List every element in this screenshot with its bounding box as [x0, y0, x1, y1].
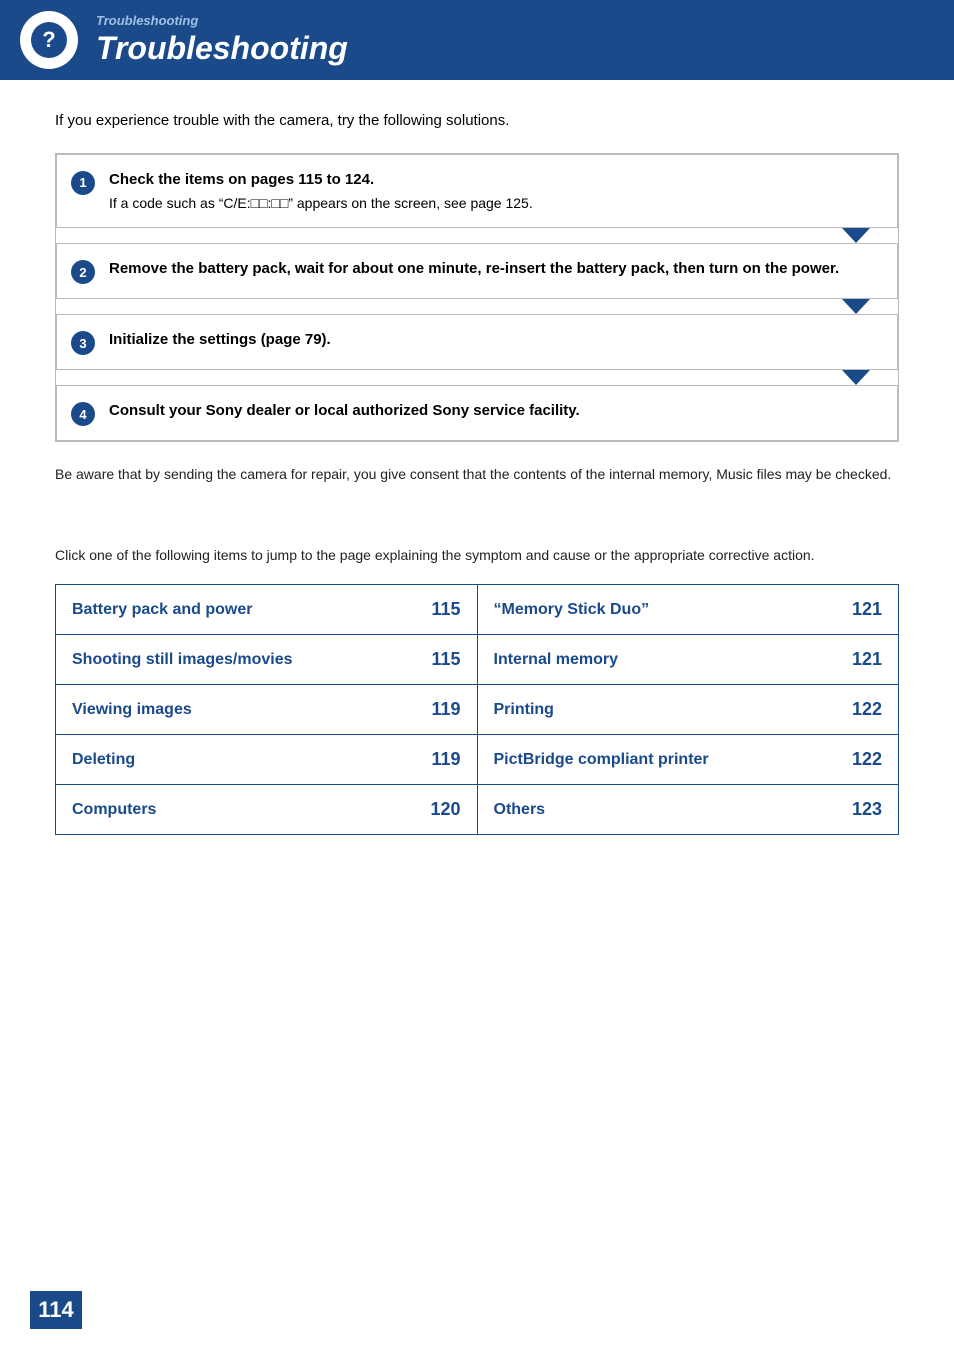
steps-block: 1 Check the items on pages 115 to 124. I…	[55, 153, 899, 443]
jump-right-label[interactable]: Printing	[494, 701, 554, 719]
jump-left-page: 120	[430, 799, 460, 820]
step-1-content: Check the items on pages 115 to 124. If …	[109, 169, 881, 214]
jump-left-cell[interactable]: Deleting 119	[56, 735, 478, 785]
jump-table-row[interactable]: Shooting still images/movies 115 Interna…	[56, 635, 899, 685]
jump-table-row[interactable]: Viewing images 119 Printing 122	[56, 685, 899, 735]
page-header: ? Troubleshooting Troubleshooting	[0, 0, 954, 80]
step-4: 4 Consult your Sony dealer or local auth…	[56, 385, 898, 441]
step-2-text: Remove the battery pack, wait for about …	[109, 258, 881, 279]
jump-right-label[interactable]: Others	[494, 801, 546, 819]
step-3-content: Initialize the settings (page 79).	[109, 329, 881, 350]
header-text: Troubleshooting Troubleshooting	[96, 13, 348, 67]
page-number: 114	[30, 1291, 82, 1329]
jump-right-cell[interactable]: “Memory Stick Duo” 121	[477, 585, 899, 635]
jump-intro: Click one of the following items to jump…	[55, 545, 899, 566]
jump-left-label[interactable]: Shooting still images/movies	[72, 651, 293, 669]
step-4-number: 4	[71, 402, 95, 426]
step-3-text: Initialize the settings (page 79).	[109, 329, 881, 350]
step-1: 1 Check the items on pages 115 to 124. I…	[56, 154, 898, 229]
step-1-number: 1	[71, 171, 95, 195]
jump-right-page: 122	[852, 699, 882, 720]
step-1-subtext: If a code such as “C/E:□□:□□” appears on…	[109, 194, 881, 214]
step-2-content: Remove the battery pack, wait for about …	[109, 258, 881, 279]
step-2: 2 Remove the battery pack, wait for abou…	[56, 243, 898, 299]
main-content: If you experience trouble with the camer…	[0, 80, 954, 875]
jump-table: Battery pack and power 115 “Memory Stick…	[55, 584, 899, 835]
step-3: 3 Initialize the settings (page 79).	[56, 314, 898, 370]
step-4-text: Consult your Sony dealer or local author…	[109, 400, 881, 421]
step-2-arrow	[56, 299, 898, 314]
jump-table-row[interactable]: Computers 120 Others 123	[56, 785, 899, 835]
jump-right-label[interactable]: Internal memory	[494, 651, 618, 669]
header-subtitle: Troubleshooting	[96, 13, 348, 28]
jump-right-cell[interactable]: Internal memory 121	[477, 635, 899, 685]
svg-text:?: ?	[42, 27, 55, 52]
jump-right-page: 123	[852, 799, 882, 820]
step-4-content: Consult your Sony dealer or local author…	[109, 400, 881, 421]
jump-left-label[interactable]: Viewing images	[72, 701, 192, 719]
step-3-number: 3	[71, 331, 95, 355]
jump-right-label[interactable]: PictBridge compliant printer	[494, 751, 709, 769]
jump-left-label[interactable]: Deleting	[72, 751, 135, 769]
jump-left-label[interactable]: Computers	[72, 801, 156, 819]
step-3-arrow	[56, 370, 898, 385]
jump-left-page: 115	[431, 649, 460, 670]
jump-right-label[interactable]: “Memory Stick Duo”	[494, 601, 650, 619]
jump-left-page: 115	[431, 599, 460, 620]
jump-table-row[interactable]: Battery pack and power 115 “Memory Stick…	[56, 585, 899, 635]
arrow-down-icon	[842, 370, 870, 385]
jump-right-cell[interactable]: Others 123	[477, 785, 899, 835]
jump-left-label[interactable]: Battery pack and power	[72, 601, 253, 619]
jump-left-cell[interactable]: Computers 120	[56, 785, 478, 835]
page-wrapper: ? Troubleshooting Troubleshooting If you…	[0, 0, 954, 1357]
step-1-text: Check the items on pages 115 to 124.	[109, 169, 881, 190]
header-title: Troubleshooting	[96, 30, 348, 67]
header-icon: ?	[20, 11, 78, 69]
jump-left-cell[interactable]: Shooting still images/movies 115	[56, 635, 478, 685]
jump-right-cell[interactable]: Printing 122	[477, 685, 899, 735]
step-2-number: 2	[71, 260, 95, 284]
jump-left-cell[interactable]: Viewing images 119	[56, 685, 478, 735]
jump-right-page: 122	[852, 749, 882, 770]
arrow-down-icon	[842, 299, 870, 314]
intro-text: If you experience trouble with the camer…	[55, 110, 899, 133]
jump-right-page: 121	[852, 649, 882, 670]
jump-right-page: 121	[852, 599, 882, 620]
jump-left-page: 119	[431, 699, 460, 720]
jump-left-page: 119	[431, 749, 460, 770]
jump-left-cell[interactable]: Battery pack and power 115	[56, 585, 478, 635]
jump-right-cell[interactable]: PictBridge compliant printer 122	[477, 735, 899, 785]
arrow-down-icon	[842, 228, 870, 243]
step-1-arrow	[56, 228, 898, 243]
after-text: Be aware that by sending the camera for …	[55, 464, 899, 485]
jump-table-row[interactable]: Deleting 119 PictBridge compliant printe…	[56, 735, 899, 785]
